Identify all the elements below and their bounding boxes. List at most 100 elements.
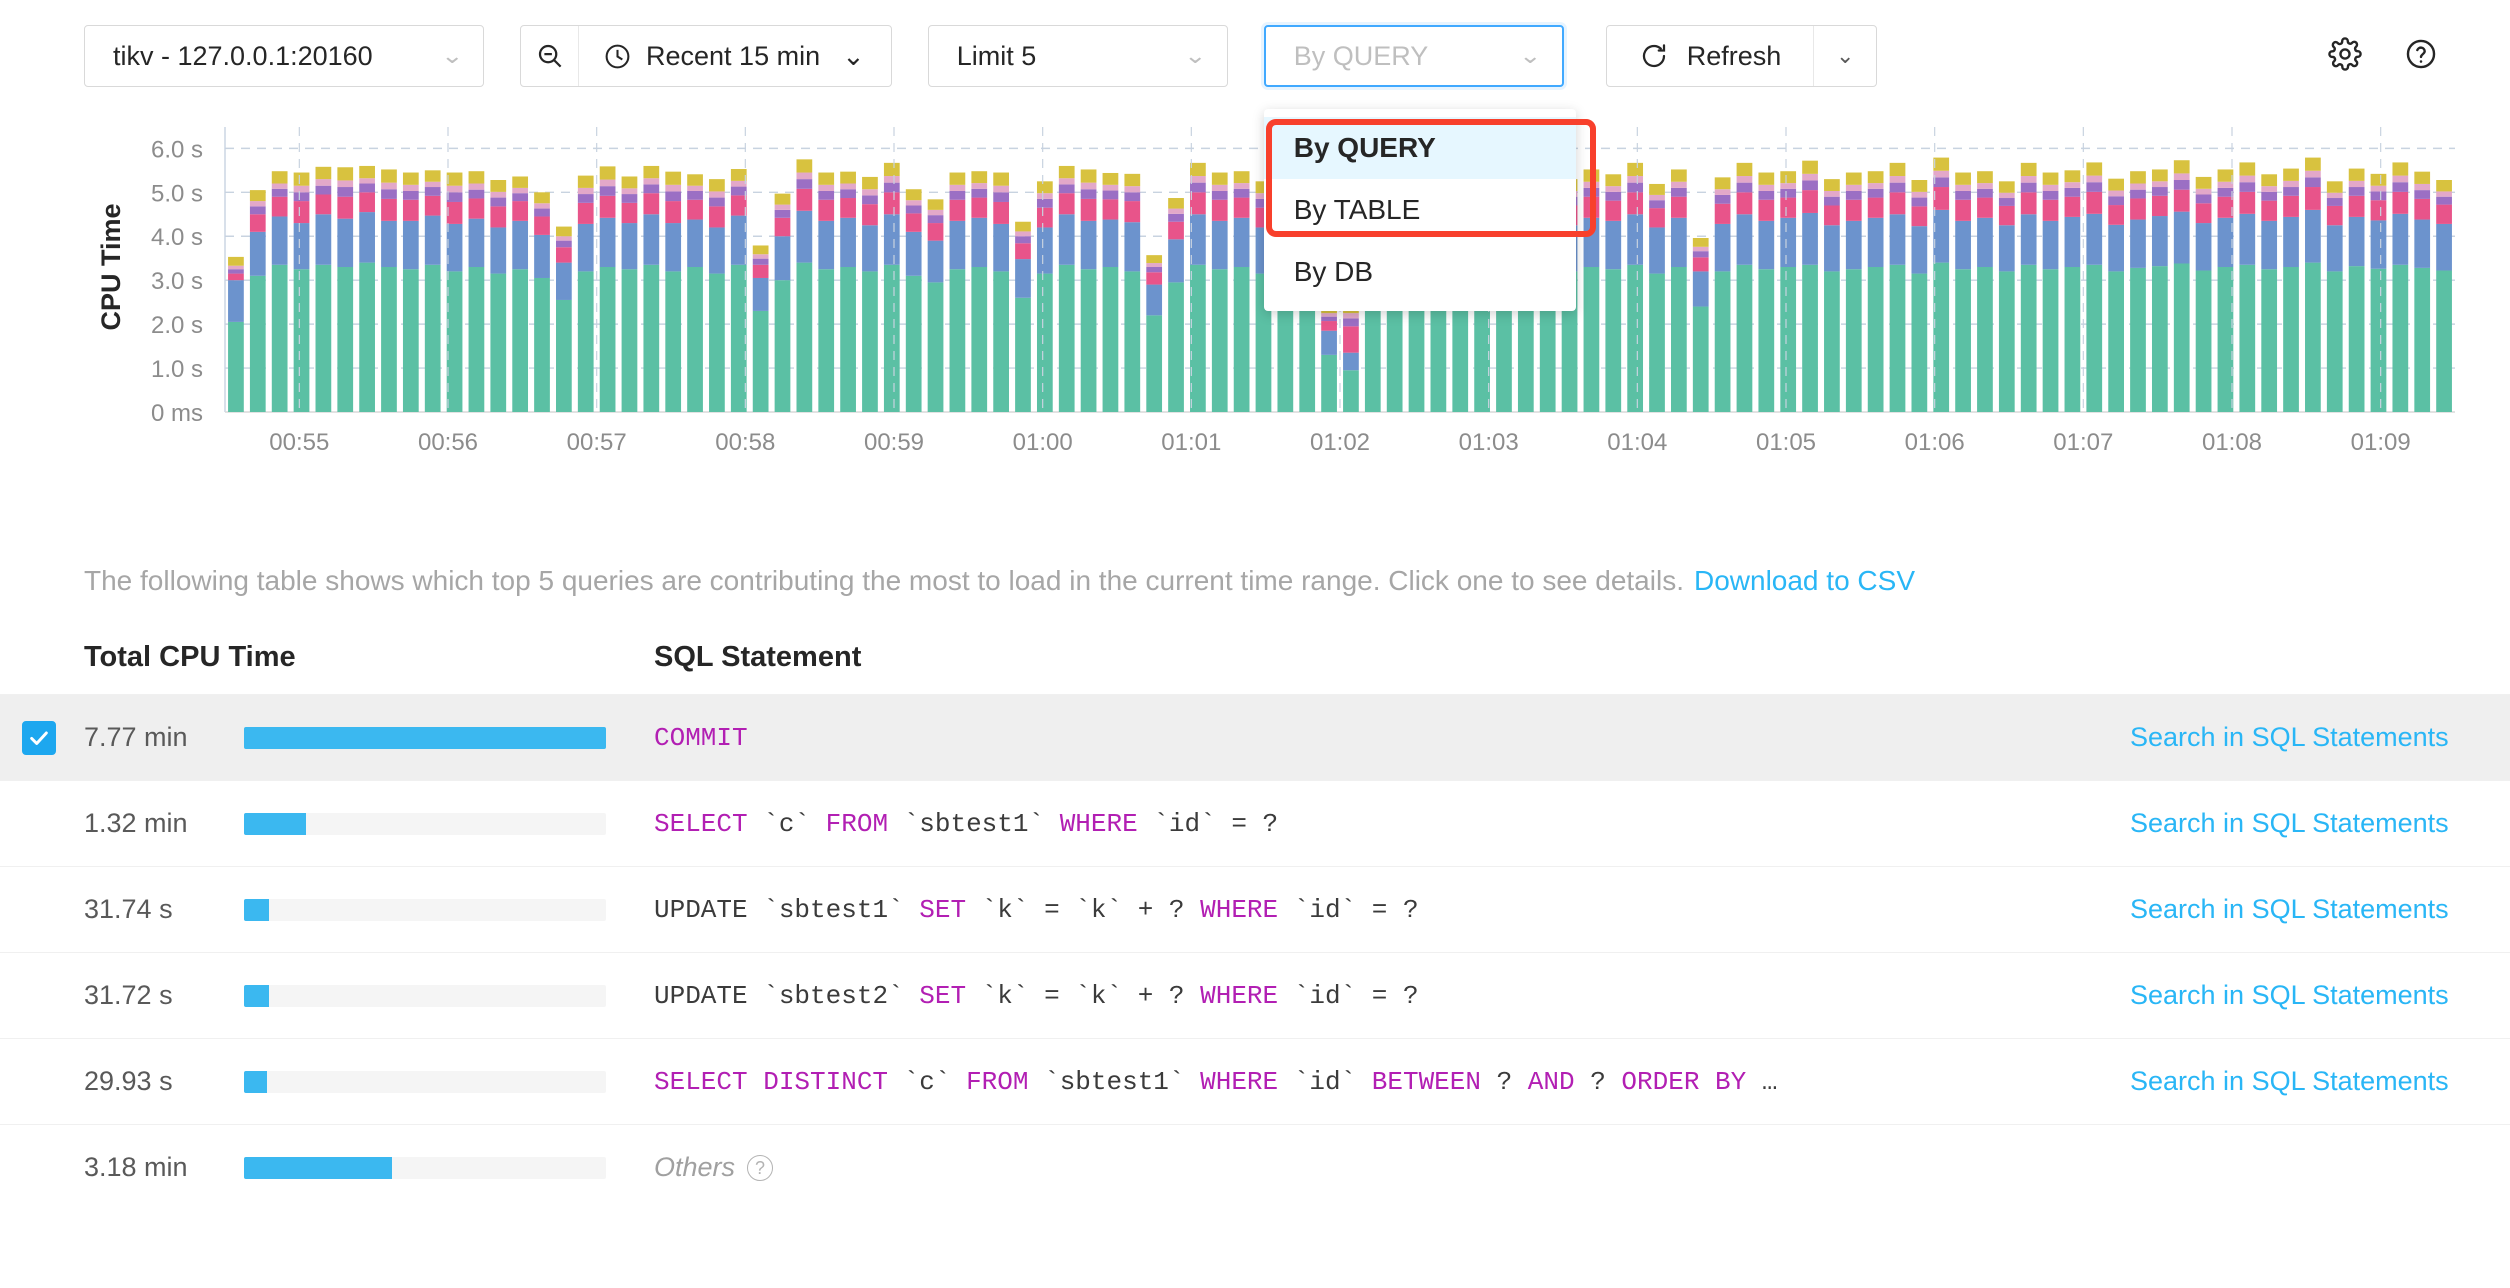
cpu-time-bar — [244, 726, 606, 749]
zoom-out-icon — [538, 44, 561, 68]
others-label-cell: Others? — [654, 1152, 2510, 1183]
y-axis-tick-label: 6.0 s — [151, 136, 203, 163]
settings-button[interactable] — [2328, 36, 2362, 76]
row-checkbox[interactable] — [22, 720, 56, 755]
search-in-sql-statements-link[interactable]: Search in SQL Statements — [2130, 808, 2510, 839]
sql-token: COMMIT — [654, 722, 748, 753]
sql-token: FROM — [825, 808, 889, 839]
x-axis-tick-label: 01:07 — [2053, 429, 2113, 456]
sql-token: `sbtest1` — [888, 808, 1060, 839]
dropdown-option-by-db[interactable]: By DB — [1264, 241, 1576, 303]
search-in-sql-statements-link[interactable]: Search in SQL Statements — [2130, 722, 2510, 753]
search-in-sql-statements-link[interactable]: Search in SQL Statements — [2130, 1066, 2510, 1097]
table-row-others: 3.18 min Others? — [0, 1124, 2510, 1210]
question-circle-icon[interactable]: ? — [747, 1154, 774, 1181]
instance-select[interactable]: tikv - 127.0.0.1:20160 ⌄ — [84, 25, 484, 87]
check-icon — [30, 730, 48, 745]
y-axis-tick-label: 3.0 s — [151, 268, 203, 295]
group-by-select[interactable]: By QUERY ⌄ — [1263, 25, 1564, 87]
x-axis-tick-label: 00:58 — [715, 429, 775, 456]
others-label: Others — [654, 1152, 736, 1182]
sql-token: SET — [919, 980, 967, 1011]
y-axis-tick-label: 5.0 s — [151, 180, 203, 207]
table-description: The following table shows which top 5 qu… — [0, 542, 2510, 620]
cpu-time-bar — [244, 898, 606, 921]
cpu-time-value: 31.72 s — [84, 980, 173, 1010]
refresh-group: Refresh ⌄ — [1605, 25, 1878, 87]
x-axis-tick-label: 01:01 — [1161, 429, 1221, 456]
sql-token: WHERE — [1200, 894, 1279, 925]
table-row[interactable]: 31.72 s UPDATE `sbtest2` SET `k` = `k` + … — [0, 952, 2510, 1038]
table-row[interactable]: 29.93 s SELECT DISTINCT `c` FROM `sbtest1… — [0, 1038, 2510, 1124]
sql-statement-cell[interactable]: SELECT DISTINCT `c` FROM `sbtest1` WHERE… — [654, 1067, 2130, 1097]
y-axis-tick-label: 2.0 s — [151, 312, 203, 339]
cpu-time-cell: 1.32 min — [84, 808, 654, 839]
table-header: Total CPU Time SQL Statement — [0, 620, 2510, 694]
cpu-time-cell: 29.93 s — [84, 1066, 654, 1097]
time-range-value: Recent 15 min — [646, 40, 821, 71]
sql-token: `id` = ? — [1278, 894, 1419, 925]
sql-token: `sbtest1` — [1028, 1066, 1201, 1097]
chevron-down-icon: ⌄ — [440, 43, 464, 68]
dropdown-option-by-table[interactable]: By TABLE — [1264, 179, 1576, 241]
refresh-button[interactable]: Refresh — [1607, 26, 1815, 86]
question-circle-icon — [2406, 39, 2436, 68]
x-axis-tick-label: 00:55 — [269, 429, 329, 456]
x-axis-tick-label: 01:02 — [1310, 429, 1370, 456]
cpu-time-value: 3.18 min — [84, 1152, 188, 1182]
sql-token: `id` = ? — [1137, 808, 1279, 839]
table-row[interactable]: 7.77 min COMMIT Search in SQL Statements — [0, 694, 2510, 780]
zoom-out-button[interactable] — [521, 26, 579, 86]
clock-icon — [605, 44, 630, 68]
time-range-select[interactable]: Recent 15 min ⌄ — [579, 26, 891, 86]
chevron-down-icon: ⌄ — [1518, 43, 1543, 68]
cpu-time-value: 7.77 min — [84, 722, 188, 752]
cpu-time-bar — [244, 1070, 606, 1093]
sql-statement-cell[interactable]: UPDATE `sbtest1` SET `k` = `k` + ? WHERE… — [654, 895, 2130, 925]
search-in-sql-statements-link[interactable]: Search in SQL Statements — [2130, 980, 2510, 1011]
cpu-time-bar-fill — [244, 898, 269, 921]
sql-token: WHERE — [1059, 808, 1138, 839]
sql-token: `k` = `k` + ? — [966, 894, 1201, 925]
sql-token: ORDER BY — [1621, 1066, 1747, 1097]
x-axis-tick-label: 00:57 — [567, 429, 627, 456]
sql-statement-cell[interactable]: SELECT `c` FROM `sbtest1` WHERE `id` = ? — [654, 809, 2130, 839]
sql-token: `sbtest1` — [747, 894, 920, 925]
cpu-time-chart[interactable]: 0 ms 1.0 s 2.0 s 3.0 s 4.0 s 5.0 s 6.0 s CPU Ti… — [0, 112, 2510, 542]
table-row[interactable]: 1.32 min SELECT `c` FROM `sbtest1` WHERE … — [0, 780, 2510, 866]
cpu-time-bar — [244, 1156, 606, 1179]
refresh-label: Refresh — [1686, 40, 1782, 71]
cpu-time-cell: 31.72 s — [84, 980, 654, 1011]
x-axis-tick-label: 01:05 — [1756, 429, 1816, 456]
cpu-time-value: 1.32 min — [84, 808, 188, 838]
cpu-time-bar-fill — [244, 812, 306, 835]
dropdown-option-by-query[interactable]: By QUERY — [1263, 117, 1576, 179]
limit-select[interactable]: Limit 5 ⌄ — [927, 25, 1228, 87]
description-text: The following table shows which top 5 qu… — [84, 565, 1684, 596]
table-body: 7.77 min COMMIT Search in SQL Statements 1.… — [0, 694, 2510, 1210]
group-by-placeholder: By QUERY — [1293, 40, 1429, 71]
sql-token: AND — [1527, 1066, 1575, 1097]
sql-token: SET — [919, 894, 967, 925]
download-csv-link[interactable]: Download to CSV — [1694, 565, 1915, 597]
dropdown-option-label: By TABLE — [1293, 194, 1421, 225]
help-button[interactable] — [2404, 37, 2438, 76]
column-header-cpu-time: Total CPU Time — [84, 640, 296, 673]
sql-token: WHERE — [1200, 980, 1279, 1011]
chevron-down-icon: ⌄ — [1836, 43, 1855, 68]
sql-token: `c` — [888, 1066, 967, 1097]
refresh-dropdown-button[interactable]: ⌄ — [1814, 26, 1876, 86]
x-axis-tick-label: 00:59 — [864, 429, 924, 456]
sql-token: UPDATE — [654, 980, 748, 1011]
gear-icon — [2328, 36, 2362, 71]
table-row[interactable]: 31.74 s UPDATE `sbtest1` SET `k` = `k` + … — [0, 866, 2510, 952]
sql-statement-cell[interactable]: COMMIT — [654, 723, 2130, 753]
toolbar: tikv - 127.0.0.1:20160 ⌄ Recent 15 min ⌄… — [0, 0, 2510, 311]
y-axis-title: CPU Time — [96, 203, 126, 330]
sql-token: `c` — [747, 808, 826, 839]
chart-svg: 0 ms 1.0 s 2.0 s 3.0 s 4.0 s 5.0 s 6.0 s CPU Ti… — [96, 127, 2455, 456]
search-in-sql-statements-link[interactable]: Search in SQL Statements — [2130, 894, 2510, 925]
sql-statement-cell[interactable]: UPDATE `sbtest2` SET `k` = `k` + ? WHERE… — [654, 981, 2130, 1011]
top-queries-table: Total CPU Time SQL Statement 7.77 min COM… — [0, 620, 2510, 1210]
chevron-down-icon: ⌄ — [842, 40, 865, 71]
